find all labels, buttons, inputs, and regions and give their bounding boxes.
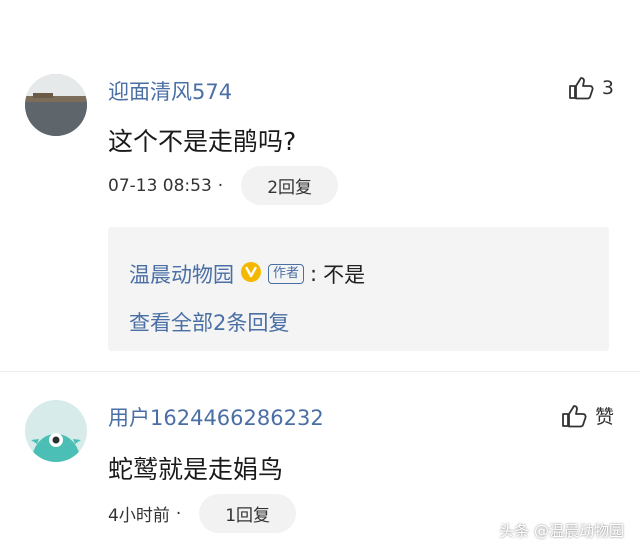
like-button[interactable]: 3 <box>568 76 614 100</box>
comment-meta: 4小时前 · 1回复 <box>108 494 297 533</box>
like-label: 赞 <box>594 406 614 428</box>
avatar[interactable] <box>25 400 87 462</box>
reply-button[interactable]: 2回复 <box>241 166 339 205</box>
thumbs-up-icon <box>561 404 587 428</box>
like-count: 3 <box>601 77 614 99</box>
comment-time: 07-13 08:53 <box>108 175 212 196</box>
thumbs-up-icon <box>568 76 594 100</box>
reply-text: 不是 <box>323 263 366 287</box>
reply-preview[interactable]: 温晨动物园 作者 : 不是 查看全部2条回复 <box>108 227 609 351</box>
meta-dot: · <box>217 175 224 196</box>
reply-button[interactable]: 1回复 <box>199 494 297 533</box>
comment-text: 这个不是走鹃吗? <box>108 127 297 156</box>
reply-author[interactable]: 温晨动物园 <box>129 259 234 289</box>
comment-time: 4小时前 <box>108 506 170 526</box>
comment-meta: 07-13 08:53 · 2回复 <box>108 166 339 205</box>
reply-preview-line: 温晨动物园 作者 : 不是 <box>129 259 365 289</box>
like-button[interactable]: 赞 <box>561 402 614 429</box>
reply-separator: : <box>310 262 318 286</box>
meta-dot: · <box>175 503 182 524</box>
verified-badge-icon <box>240 261 262 288</box>
comment-item: 迎面清风574 3 这个不是走鹃吗? 07-13 08:53 · 2回复 温晨动… <box>0 0 640 371</box>
watermark: 头条 @温晨动物园 <box>499 522 624 540</box>
view-all-replies-link[interactable]: 查看全部2条回复 <box>129 307 289 337</box>
green-monster-avatar-icon <box>25 400 87 462</box>
comment-text: 蛇鹫就是走娟鸟 <box>108 455 284 484</box>
author-tag: 作者 <box>268 264 305 284</box>
username[interactable]: 迎面清风574 <box>108 76 232 106</box>
username[interactable]: 用户1624466286232 <box>108 402 324 432</box>
avatar[interactable] <box>25 74 87 136</box>
avatar-landscape-image <box>25 74 87 136</box>
